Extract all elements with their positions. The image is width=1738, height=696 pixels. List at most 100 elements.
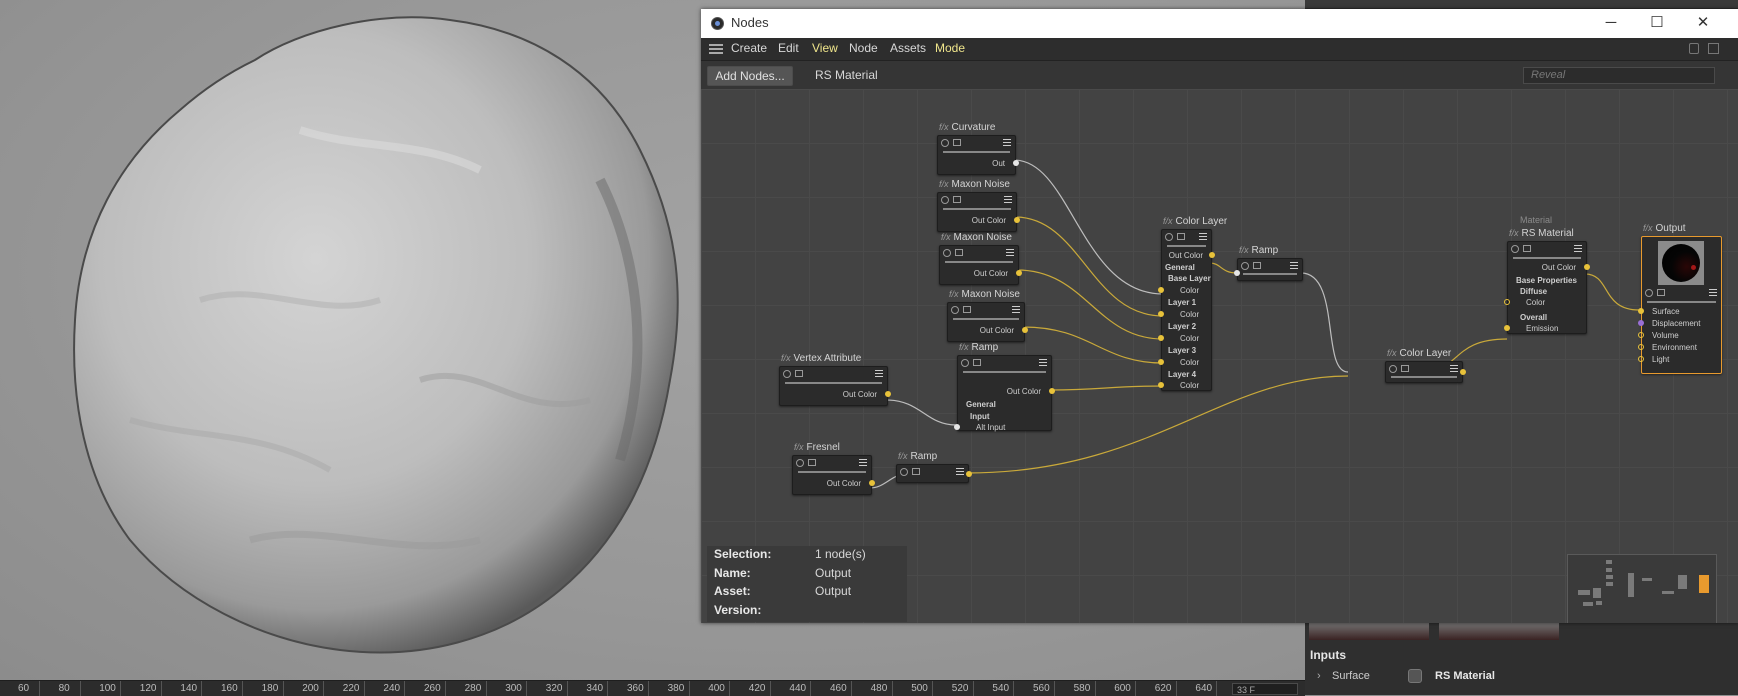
output-port[interactable] — [1460, 369, 1466, 375]
image-icon[interactable] — [1177, 233, 1185, 240]
node-maxon-noise-1[interactable]: f/x Maxon Noise Out Color — [937, 179, 1020, 232]
stop-icon[interactable] — [1165, 233, 1173, 241]
node-ramp-1[interactable]: f/x Ramp Out Color General Input Alt Inpu… — [954, 342, 1055, 432]
image-icon[interactable] — [953, 196, 961, 203]
input-port[interactable] — [1158, 287, 1164, 293]
node-canvas[interactable]: f/x Curvature Out f/x Maxon Noise Out Colo… — [701, 89, 1738, 623]
output-port[interactable] — [1016, 270, 1022, 276]
stop-icon[interactable] — [1511, 245, 1519, 253]
timeline-ruler[interactable]: 60 80 100 120 140 160 180 200 220 240 260 280 300 320… — [0, 680, 1305, 696]
stop-icon[interactable] — [1241, 262, 1249, 270]
input-port[interactable] — [1158, 382, 1164, 388]
node-menu-icon[interactable] — [1003, 139, 1011, 146]
frame-field[interactable]: 33 F — [1232, 683, 1298, 695]
input-port[interactable] — [1234, 270, 1240, 276]
window-titlebar[interactable]: Nodes ─ ☐ ✕ — [701, 9, 1738, 39]
node-output[interactable]: f/x Output Surface Displacement Volume En… — [1638, 223, 1722, 374]
group-layer-3[interactable]: Layer 3 — [1162, 345, 1211, 356]
image-icon[interactable] — [795, 370, 803, 377]
input-port[interactable] — [954, 424, 960, 430]
lock-icon[interactable] — [1689, 43, 1699, 54]
output-port[interactable] — [1013, 160, 1019, 166]
image-icon[interactable] — [973, 359, 981, 366]
node-menu-icon[interactable] — [1006, 249, 1014, 256]
input-port[interactable] — [1638, 344, 1644, 350]
node-fresnel[interactable]: f/x Fresnel Out Color — [792, 442, 875, 495]
stop-icon[interactable] — [941, 196, 949, 204]
menu-view[interactable]: View — [812, 41, 838, 55]
output-port[interactable] — [1584, 264, 1590, 270]
node-menu-icon[interactable] — [1450, 365, 1458, 372]
node-menu-icon[interactable] — [1290, 262, 1298, 269]
node-ramp-2[interactable]: f/x Ramp — [896, 451, 972, 483]
stop-icon[interactable] — [951, 306, 959, 314]
node-curvature[interactable]: f/x Curvature Out — [937, 122, 1019, 175]
input-port[interactable] — [1638, 332, 1644, 338]
input-port[interactable] — [1504, 325, 1510, 331]
node-menu-icon[interactable] — [1199, 233, 1207, 240]
reveal-search-input[interactable]: Reveal — [1523, 67, 1715, 84]
node-menu-icon[interactable] — [1574, 245, 1582, 252]
output-port[interactable] — [966, 471, 972, 477]
group-layer-4[interactable]: Layer 4 — [1162, 369, 1211, 380]
node-ramp-3[interactable]: f/x Ramp — [1234, 245, 1303, 281]
group-diffuse[interactable]: Diffuse — [1508, 286, 1586, 297]
menu-mode[interactable]: Mode — [935, 41, 965, 55]
minimap-viewport[interactable] — [1699, 575, 1709, 593]
node-color-layer-2[interactable]: f/x Color Layer — [1385, 348, 1466, 383]
menu-node[interactable]: Node — [849, 41, 878, 55]
node-menu-icon[interactable] — [956, 468, 964, 475]
stop-icon[interactable] — [941, 139, 949, 147]
output-port[interactable] — [1049, 388, 1055, 394]
image-icon[interactable] — [912, 468, 920, 475]
stop-icon[interactable] — [961, 359, 969, 367]
maximize-button[interactable]: ☐ — [1637, 11, 1677, 35]
close-button[interactable]: ✕ — [1683, 11, 1723, 35]
surface-value[interactable]: RS Material — [1435, 670, 1495, 682]
image-icon[interactable] — [955, 249, 963, 256]
image-icon[interactable] — [1523, 245, 1531, 252]
input-port[interactable] — [1158, 311, 1164, 317]
input-port[interactable] — [1158, 359, 1164, 365]
output-port[interactable] — [1209, 252, 1215, 258]
input-port[interactable] — [1638, 356, 1644, 362]
image-icon[interactable] — [963, 306, 971, 313]
input-row-surface[interactable]: › Surface RS Material — [1305, 668, 1738, 686]
node-menu-icon[interactable] — [1039, 359, 1047, 366]
minimap[interactable] — [1567, 554, 1717, 623]
menu-edit[interactable]: Edit — [778, 41, 799, 55]
stop-icon[interactable] — [1389, 365, 1397, 373]
thumbnail-1[interactable] — [1309, 622, 1429, 640]
add-nodes-button[interactable]: Add Nodes... — [707, 66, 793, 86]
node-vertex-attribute[interactable]: f/x Vertex Attribute Out Color — [779, 353, 891, 406]
group-input[interactable]: Input — [958, 411, 1051, 422]
stop-icon[interactable] — [783, 370, 791, 378]
group-base-properties[interactable]: Base Properties — [1508, 275, 1586, 286]
link-toggle-button[interactable] — [1408, 669, 1422, 683]
group-general[interactable]: General — [1162, 262, 1211, 273]
node-rs-material[interactable]: Material f/x RS Material Out Color Base P… — [1504, 215, 1590, 334]
new-window-icon[interactable] — [1708, 43, 1719, 54]
output-port[interactable] — [869, 480, 875, 486]
group-layer-1[interactable]: Layer 1 — [1162, 297, 1211, 308]
group-general[interactable]: General — [958, 399, 1051, 410]
node-menu-icon[interactable] — [859, 459, 867, 466]
expand-arrow-icon[interactable]: › — [1317, 670, 1321, 682]
stop-icon[interactable] — [796, 459, 804, 467]
output-port[interactable] — [1022, 327, 1028, 333]
thumbnail-2[interactable] — [1439, 622, 1559, 640]
group-base-layer[interactable]: Base Layer — [1162, 273, 1211, 284]
minimize-button[interactable]: ─ — [1591, 11, 1631, 35]
stop-icon[interactable] — [900, 468, 908, 476]
node-menu-icon[interactable] — [1004, 196, 1012, 203]
input-port[interactable] — [1158, 335, 1164, 341]
node-maxon-noise-2[interactable]: f/x Maxon Noise Out Color — [939, 232, 1022, 285]
node-maxon-noise-3[interactable]: f/x Maxon Noise Out Color — [947, 289, 1028, 342]
node-menu-icon[interactable] — [1709, 289, 1717, 296]
image-icon[interactable] — [1401, 365, 1409, 372]
image-icon[interactable] — [953, 139, 961, 146]
image-icon[interactable] — [1253, 262, 1261, 269]
menu-assets[interactable]: Assets — [890, 41, 926, 55]
output-port[interactable] — [885, 391, 891, 397]
node-menu-icon[interactable] — [1012, 306, 1020, 313]
